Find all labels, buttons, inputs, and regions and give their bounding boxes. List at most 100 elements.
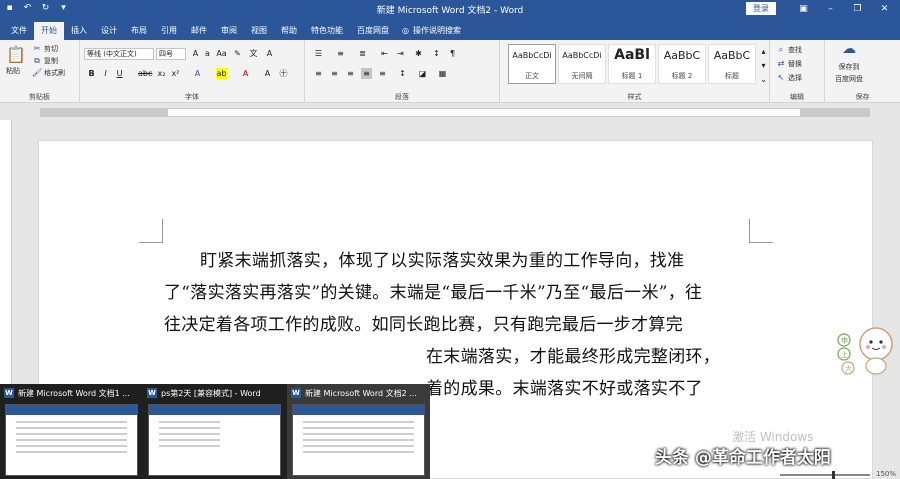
minimize-button[interactable]: – bbox=[817, 0, 844, 18]
shading-icon[interactable]: ◪ bbox=[417, 68, 428, 79]
style-normal[interactable]: AaBbCcDi 正文 bbox=[508, 44, 556, 84]
copy-button[interactable]: ⧉ 复制 bbox=[32, 56, 58, 66]
tab-view[interactable]: 视图 bbox=[244, 22, 274, 40]
shrink-font-icon[interactable]: a bbox=[202, 48, 213, 59]
zoom-slider-knob[interactable] bbox=[832, 471, 835, 479]
word-window: ▪ ↶ ↻ ▾ 新建 Microsoft Word 文档2 - Word 登录 … bbox=[0, 0, 900, 479]
char-border-icon[interactable]: A bbox=[264, 48, 275, 59]
tab-mailings[interactable]: 邮件 bbox=[184, 22, 214, 40]
editing-group-label: 编辑 bbox=[790, 93, 804, 101]
highlight-icon[interactable]: ab bbox=[216, 68, 227, 79]
save-group-label: 保存 bbox=[855, 93, 870, 101]
select-button[interactable]: ↖ 选择 bbox=[776, 73, 802, 83]
tab-help[interactable]: 帮助 bbox=[274, 22, 304, 40]
subscript-icon[interactable]: x₂ bbox=[156, 68, 167, 79]
font-color-icon[interactable]: A bbox=[240, 68, 251, 79]
increase-indent-icon[interactable]: ⇥ bbox=[395, 48, 406, 59]
styles-scroll-down-icon[interactable]: ▾ bbox=[758, 60, 769, 71]
chinese-layout-icon[interactable]: ✱ bbox=[413, 48, 424, 59]
find-button[interactable]: ⌕ 查找 bbox=[776, 45, 802, 55]
signin-button[interactable]: 登录 bbox=[746, 2, 776, 15]
align-right-icon[interactable]: ≡ bbox=[345, 68, 356, 79]
bold-icon[interactable]: B bbox=[86, 68, 97, 79]
underline-icon[interactable]: U bbox=[114, 68, 125, 79]
paste-button[interactable]: 📋 粘贴 bbox=[6, 46, 26, 76]
maximize-button[interactable]: ❐ bbox=[844, 0, 871, 18]
tab-file[interactable]: 文件 bbox=[4, 22, 34, 40]
style-heading-2[interactable]: AaBbC 标题 2 bbox=[658, 44, 706, 84]
styles-scroll-up-icon[interactable]: ▴ bbox=[758, 46, 769, 57]
style-sample: AaBbC bbox=[663, 49, 701, 62]
word-icon: W bbox=[147, 388, 157, 398]
tab-references[interactable]: 引用 bbox=[154, 22, 184, 40]
tab-home[interactable]: 开始 bbox=[34, 22, 64, 40]
text-effects-icon[interactable]: A bbox=[192, 68, 203, 79]
format-painter-button[interactable]: 🖌 格式刷 bbox=[32, 68, 65, 78]
style-sample: AaBl bbox=[614, 47, 650, 63]
styles-more-icon[interactable]: ⌄ bbox=[758, 74, 769, 85]
replace-button[interactable]: ⇄ 替换 bbox=[776, 59, 802, 69]
bullets-icon[interactable]: ☰ bbox=[313, 48, 324, 59]
thumb-ps[interactable]: W ps第2天 [兼容模式] - Word bbox=[143, 384, 286, 479]
change-case-icon[interactable]: Aa bbox=[216, 48, 227, 59]
font-group-label: 字体 bbox=[185, 93, 199, 101]
thumb-doc2[interactable]: W 新建 Microsoft Word 文档2 ... bbox=[287, 384, 430, 479]
style-no-spacing[interactable]: AaBbCcDi 无间隔 bbox=[558, 44, 606, 84]
multilevel-list-icon[interactable]: ≣ bbox=[357, 48, 368, 59]
italic-icon[interactable]: I bbox=[100, 68, 111, 79]
line-spacing-icon[interactable]: ↕ bbox=[397, 68, 408, 79]
superscript-icon[interactable]: x² bbox=[170, 68, 181, 79]
tab-design[interactable]: 设计 bbox=[94, 22, 124, 40]
clipboard-group: 📋 粘贴 ✂ 剪切 ⧉ 复制 🖌 格式刷 剪贴板 bbox=[0, 40, 80, 103]
enclose-char-icon[interactable]: ㊉ bbox=[278, 68, 289, 79]
numbering-icon[interactable]: ≡ bbox=[335, 48, 346, 59]
thumb-lines bbox=[159, 421, 220, 451]
tell-me-search[interactable]: ◎ 操作说明搜索 bbox=[396, 22, 467, 40]
align-center-icon[interactable]: ≡ bbox=[329, 68, 340, 79]
select-label: 选择 bbox=[788, 74, 802, 82]
sort-icon[interactable]: ↕ bbox=[431, 48, 442, 59]
grow-font-icon[interactable]: A bbox=[190, 48, 201, 59]
ribbon-tabs: 文件 开始 插入 设计 布局 引用 邮件 审阅 视图 帮助 特色功能 百度网盘 … bbox=[0, 18, 900, 40]
ruler-margin-left bbox=[40, 109, 168, 116]
close-button[interactable]: ✕ bbox=[871, 0, 898, 18]
thumb-doc1[interactable]: W 新建 Microsoft Word 文档1 ... bbox=[0, 384, 143, 479]
zoom-slider[interactable] bbox=[780, 474, 870, 476]
style-heading-1[interactable]: AaBl 标题 1 bbox=[608, 44, 656, 84]
tab-special[interactable]: 特色功能 bbox=[304, 22, 350, 40]
window-controls: ▣ – ❐ ✕ bbox=[790, 0, 898, 18]
format-painter-label: 格式刷 bbox=[44, 69, 65, 77]
tab-insert[interactable]: 插入 bbox=[64, 22, 94, 40]
copy-label: 复制 bbox=[44, 57, 58, 65]
clipboard-group-label: 剪贴板 bbox=[29, 93, 50, 101]
tab-baidu[interactable]: 百度网盘 bbox=[350, 22, 396, 40]
cut-label: 剪切 bbox=[44, 45, 58, 53]
zoom-level[interactable]: 150% bbox=[876, 470, 896, 478]
style-name: 标题 2 bbox=[671, 72, 693, 80]
borders-icon[interactable]: ▦ bbox=[437, 68, 448, 79]
style-name: 标题 bbox=[725, 72, 739, 80]
style-title[interactable]: AaBbC 标题 bbox=[708, 44, 756, 84]
ribbon-display-icon[interactable]: ▣ bbox=[790, 0, 817, 18]
align-left-icon[interactable]: ≡ bbox=[313, 68, 324, 79]
distributed-icon[interactable]: ≡ bbox=[377, 68, 388, 79]
phonetic-icon[interactable]: 文 bbox=[248, 48, 259, 59]
font-size-select[interactable]: 四号 bbox=[156, 48, 186, 60]
save-to-baidu-button[interactable]: ☁ 保存到 百度网盘 bbox=[835, 42, 863, 84]
horizontal-ruler[interactable] bbox=[0, 104, 900, 120]
show-marks-icon[interactable]: ¶ bbox=[447, 48, 458, 59]
save-label-1: 保存到 bbox=[838, 63, 860, 71]
document-body[interactable]: 盯紧末端抓落实，体现了以实际落实效果为重的工作导向，找准 了“落实落实再落实”的… bbox=[164, 245, 749, 405]
strikethrough-icon[interactable]: abc bbox=[138, 68, 152, 79]
tab-review[interactable]: 审阅 bbox=[214, 22, 244, 40]
doc-line-3: 往决定着各项工作的成败。如同长跑比赛，只有跑完最后一步才算完 bbox=[164, 315, 683, 335]
tab-layout[interactable]: 布局 bbox=[124, 22, 154, 40]
font-group: 等线 (中文正文) 四号 A a Aa ✎ 文 A B I U abc x₂ x… bbox=[80, 40, 305, 103]
decrease-indent-icon[interactable]: ⇤ bbox=[379, 48, 390, 59]
clear-format-icon[interactable]: ✎ bbox=[232, 48, 243, 59]
font-name-select[interactable]: 等线 (中文正文) bbox=[84, 48, 154, 60]
char-shading-icon[interactable]: A bbox=[262, 68, 273, 79]
justify-icon[interactable]: ≡ bbox=[361, 68, 372, 79]
style-name: 标题 1 bbox=[621, 72, 643, 80]
cut-button[interactable]: ✂ 剪切 bbox=[32, 44, 58, 54]
